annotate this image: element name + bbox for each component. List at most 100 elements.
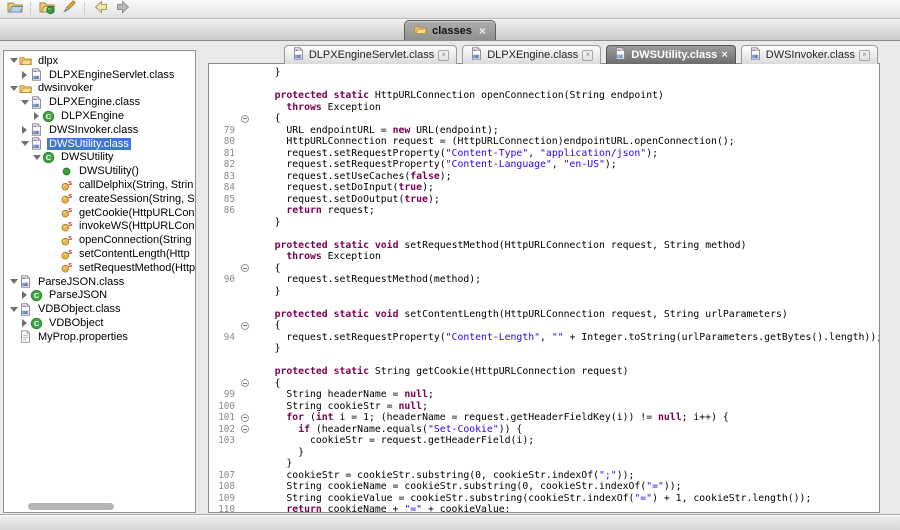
tree-item-createsession-string-st[interactable]: ScreateSession(String, St [4, 192, 195, 206]
line-number [209, 378, 238, 390]
tree-item-parsejson[interactable]: CParseJSON [4, 289, 195, 303]
tree-item-setrequestmethod-http[interactable]: SsetRequestMethod(Http [4, 261, 195, 275]
editor-tab-dlpxengine-class[interactable]: 010 DLPXEngine.class × [462, 45, 601, 64]
expander-open-icon[interactable] [8, 307, 19, 312]
classfile-icon: 010 [470, 47, 483, 63]
fold-collapse-icon[interactable] [238, 424, 251, 436]
code-line: throws Exception [209, 102, 879, 114]
open-file-button[interactable] [4, 1, 26, 18]
tree-item-dwsinvoker[interactable]: dwsinvoker [4, 82, 195, 96]
tree-item-label: DWSUtility.class [47, 138, 131, 150]
tree-item-parsejson-class[interactable]: 010ParseJSON.class [4, 275, 195, 289]
svg-text:010: 010 [753, 54, 759, 58]
tree-item-myprop-properties[interactable]: MyProp.properties [4, 330, 195, 344]
line-number: 90 [209, 274, 238, 286]
code-text: return cookieName + "=" + cookieValue; [251, 504, 511, 513]
fold-collapse-icon[interactable] [238, 378, 251, 390]
expander-open-icon[interactable] [8, 58, 19, 63]
editor-tab-label: DLPXEngine.class [487, 49, 578, 61]
code-viewer[interactable]: } protected static HttpURLConnection ope… [208, 63, 880, 513]
close-tab-icon[interactable]: × [582, 50, 593, 61]
svg-text:C: C [34, 319, 40, 328]
expander-open-icon[interactable] [31, 155, 42, 160]
expander-closed-icon[interactable] [19, 71, 30, 79]
fold-gutter [238, 355, 251, 367]
editor-tab-dwsutility-class[interactable]: 010DWSUtility.class× [606, 45, 735, 64]
fold-gutter [238, 240, 251, 252]
expander-closed-icon[interactable] [19, 126, 30, 134]
folder-icon [414, 23, 427, 39]
fold-collapse-icon[interactable] [238, 113, 251, 125]
tree-item-dwsutility-class[interactable]: 010DWSUtility.class [4, 137, 195, 151]
fold-gutter [238, 217, 251, 229]
tree-item-dwsutility[interactable]: DWSUtility() [4, 164, 195, 178]
classfile-icon: 010 [292, 47, 305, 63]
classfile-icon: 010 [19, 275, 33, 288]
code-line: 99 String headerName = null; [209, 389, 879, 401]
line-number: 101 [209, 412, 238, 424]
code-line: 82 request.setRequestProperty("Content-L… [209, 159, 879, 171]
tree-item-openconnection-string[interactable]: SopenConnection(String [4, 233, 195, 247]
line-number [209, 113, 238, 125]
code-text: } [251, 343, 281, 355]
line-number [209, 355, 238, 367]
code-text: String cookieStr = null; [251, 401, 428, 413]
tree-item-invokews-httpurlconn[interactable]: SinvokeWS(HttpURLConn [4, 220, 195, 234]
close-workspace-tab-icon[interactable]: × [479, 26, 486, 36]
editor-tab-dwsinvoker-class[interactable]: 010DWSInvoker.class× [741, 45, 878, 64]
pen-search-icon [61, 0, 77, 20]
expander-closed-icon[interactable] [19, 319, 30, 327]
search-button[interactable] [58, 1, 80, 18]
expander-open-icon[interactable] [8, 279, 19, 284]
code-line: } [209, 458, 879, 470]
code-line: 108 String cookieName = cookieStr.substr… [209, 481, 879, 493]
tree-item-dlpxengine[interactable]: CDLPXEngine [4, 109, 195, 123]
expander-open-icon[interactable] [19, 141, 30, 146]
close-tab-icon[interactable]: × [721, 50, 727, 60]
fold-gutter [238, 458, 251, 470]
tree-item-dlpx[interactable]: dlpx [4, 54, 195, 68]
workspace-tab-classes[interactable]: classes × [404, 20, 496, 40]
fold-collapse-icon[interactable] [238, 320, 251, 332]
fold-collapse-icon[interactable] [238, 263, 251, 275]
tree-item-label: createSession(String, St [77, 193, 196, 205]
tree-item-dlpxengineservlet-class[interactable]: 010DLPXEngineServlet.class [4, 68, 195, 82]
tree-item-label: DWSUtility [59, 151, 116, 163]
line-number: 84 [209, 182, 238, 194]
class-icon: C [42, 110, 56, 123]
expander-open-icon[interactable] [8, 86, 19, 91]
expander-closed-icon[interactable] [19, 291, 30, 299]
tree-item-dwsinvoker-class[interactable]: 010DWSInvoker.class [4, 123, 195, 137]
svg-text:S: S [68, 263, 72, 269]
navigate-forward-button[interactable] [112, 1, 134, 18]
tree-item-setcontentlength-http[interactable]: SsetContentLength(Http [4, 247, 195, 261]
code-text: protected static HttpURLConnection openC… [251, 90, 664, 102]
expander-open-icon[interactable] [19, 100, 30, 105]
close-tab-icon[interactable]: × [438, 50, 449, 61]
fold-collapse-icon[interactable] [238, 412, 251, 424]
editor-tab-dlpxengineservlet-class[interactable]: 010DLPXEngineServlet.class× [284, 45, 457, 64]
tree-item-getcookie-httpurlcon[interactable]: SgetCookie(HttpURLCon [4, 206, 195, 220]
expander-closed-icon[interactable] [31, 112, 42, 120]
code-text: { [251, 320, 281, 332]
close-tab-icon[interactable]: × [859, 50, 870, 61]
tree-item-vdbobject-class[interactable]: 010VDBObject.class [4, 302, 195, 316]
fold-gutter [238, 102, 251, 114]
tree-item-label: setContentLength(Http [77, 248, 192, 260]
code-text: request.setRequestProperty("Content-Lang… [251, 159, 617, 171]
code-text: { [251, 263, 281, 275]
code-text: String cookieName = cookieStr.substring(… [251, 481, 682, 493]
fold-gutter [238, 332, 251, 344]
tree-item-dlpxengine-class[interactable]: 010DLPXEngine.class [4, 95, 195, 109]
code-line [209, 79, 879, 91]
navigate-back-button[interactable] [90, 1, 112, 18]
method-public-icon [60, 165, 74, 178]
tree-item-vdbobject[interactable]: CVDBObject [4, 316, 195, 330]
tree-item-dwsutility[interactable]: CDWSUtility [4, 151, 195, 165]
tree-item-label: openConnection(String [77, 234, 194, 246]
package-explorer-panel[interactable]: dlpx010DLPXEngineServlet.classdwsinvoker… [3, 50, 196, 513]
tree-item-calldelphix-string-strin[interactable]: ScallDelphix(String, Strin [4, 178, 195, 192]
tree-hscrollbar-thumb[interactable] [28, 503, 114, 510]
line-number: 83 [209, 171, 238, 183]
open-type-button[interactable] [36, 1, 58, 18]
